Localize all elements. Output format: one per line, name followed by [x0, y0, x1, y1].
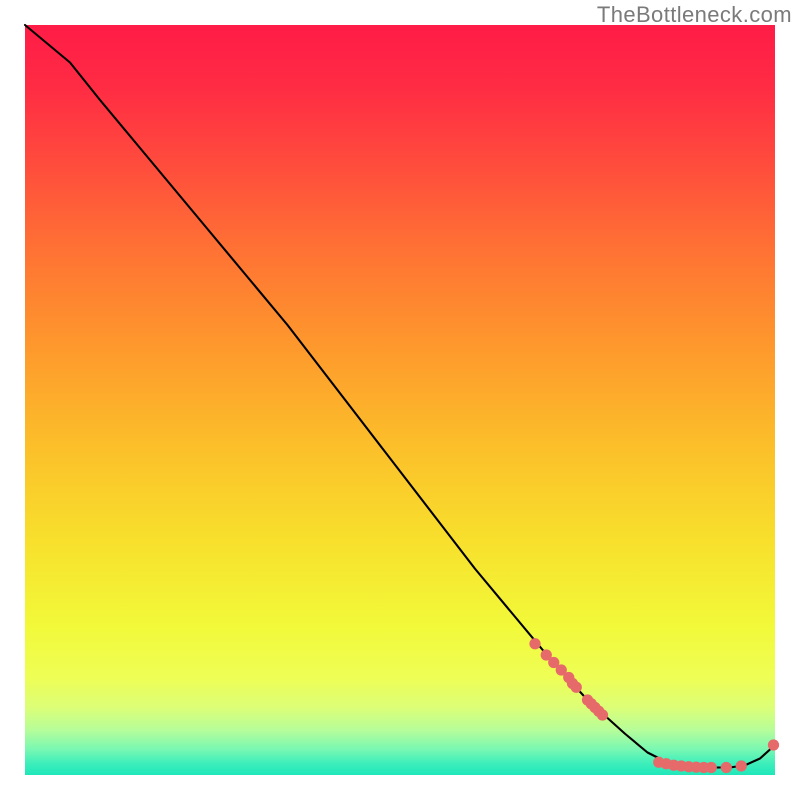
chart-stage: TheBottleneck.com — [0, 0, 800, 800]
marker-point — [706, 762, 717, 773]
chart-svg — [25, 25, 775, 775]
marker-point — [768, 739, 779, 750]
marker-point — [571, 682, 582, 693]
plot-area — [25, 25, 775, 775]
marker-point — [736, 760, 747, 771]
watermark-text: TheBottleneck.com — [597, 2, 792, 28]
highlighted-points-group — [529, 638, 779, 773]
bottleneck-curve — [25, 25, 775, 768]
marker-point — [597, 709, 608, 720]
marker-point — [721, 762, 732, 773]
marker-point — [529, 638, 540, 649]
